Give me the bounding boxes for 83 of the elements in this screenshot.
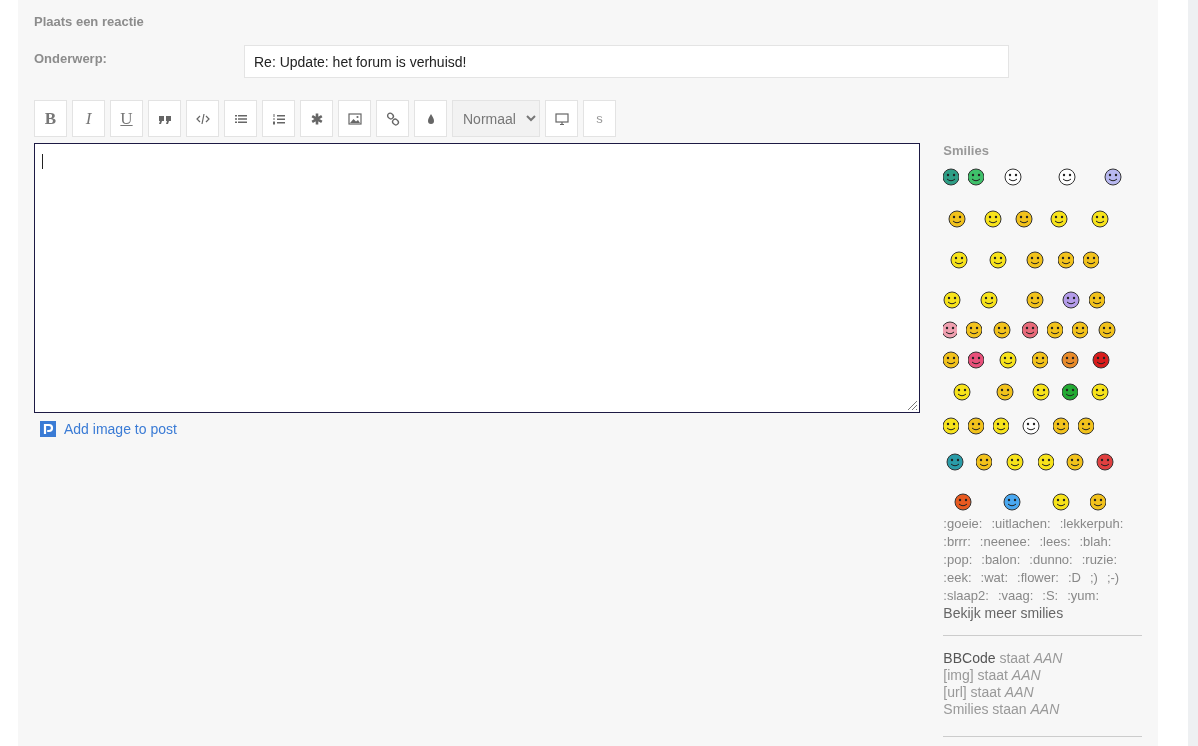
smiley-icon[interactable] [1096, 453, 1115, 471]
underline-button[interactable]: U [110, 100, 143, 137]
smiley-icon[interactable] [1053, 417, 1070, 435]
smiley-code-link[interactable]: :wat: [980, 569, 1008, 587]
list-button[interactable] [224, 100, 257, 137]
toolbar-button[interactable]: s [583, 100, 616, 137]
smiley-code-link[interactable]: :slaap2: [943, 587, 989, 605]
smiley-icon[interactable] [943, 291, 962, 309]
monitor-button[interactable] [545, 100, 578, 137]
smiley-code-link[interactable]: :ruzie: [1081, 551, 1118, 569]
subject-field[interactable]: Re: Update: het forum is verhuisd! [244, 45, 1009, 78]
smiley-icon[interactable] [968, 417, 985, 435]
smiley-icon[interactable] [991, 321, 1014, 339]
smiley-code-link[interactable]: ;-) [1106, 569, 1120, 587]
smiley-icon[interactable] [966, 321, 983, 339]
smiley-icon[interactable] [1072, 321, 1089, 339]
smiley-icon[interactable] [1097, 321, 1118, 339]
status-text: [img] staat AAN [943, 667, 1041, 683]
smiley-code-link[interactable]: :flower: [1017, 569, 1059, 587]
italic-button[interactable]: I [72, 100, 105, 137]
bbcode-link[interactable]: BBCode [943, 650, 996, 666]
smiley-icon[interactable] [943, 168, 960, 186]
smiley-icon[interactable] [1058, 251, 1075, 269]
smiley-icon[interactable] [976, 453, 993, 471]
resize-grip-icon[interactable] [906, 399, 919, 411]
smiley-icon[interactable] [1062, 291, 1081, 309]
asterisk-icon [309, 111, 324, 126]
smiley-icon[interactable] [1090, 493, 1107, 511]
smiley-icon[interactable] [1089, 291, 1106, 309]
asterisk-button[interactable] [300, 100, 333, 137]
smiley-code-link[interactable]: :D [1067, 569, 1081, 587]
image-button[interactable] [338, 100, 371, 137]
text-cursor [42, 154, 43, 169]
link-button[interactable] [376, 100, 409, 137]
smiley-icon[interactable] [993, 417, 1010, 435]
smiley-icon[interactable] [1032, 351, 1049, 369]
smiley-icon[interactable] [1078, 417, 1095, 435]
smiley-icon[interactable] [968, 168, 985, 186]
smiley-code-link[interactable]: :goeie: [943, 515, 983, 533]
smiley-code-link[interactable]: ;) [1089, 569, 1098, 587]
bold-button[interactable]: B [34, 100, 67, 137]
font-size-select[interactable]: Normaal [452, 100, 540, 137]
add-image-link[interactable]: Add image to post [40, 421, 177, 437]
smiley-code-link[interactable]: :pop: [943, 551, 973, 569]
status-text: staat AAN [998, 650, 1063, 666]
smiley-code-link[interactable]: :balon: [981, 551, 1021, 569]
smiley-code-link[interactable]: :blah: [1079, 533, 1112, 551]
smiley-code-link[interactable]: :lekkerpuh: [1059, 515, 1124, 533]
smiley-icon[interactable] [968, 351, 985, 369]
smiley-code-link[interactable]: :yum: [1067, 587, 1100, 605]
smiley-code-link[interactable]: :neenee: [979, 533, 1031, 551]
code-icon [195, 111, 210, 126]
smiley-icon[interactable] [1022, 321, 1039, 339]
smiley-icon[interactable] [1038, 453, 1055, 471]
status-text: Smilies staan AAN [943, 701, 1060, 717]
section-heading: Plaats een reactie [34, 14, 144, 29]
smiley-icon[interactable] [1083, 251, 1100, 269]
smiley-icon[interactable] [943, 351, 960, 369]
smiley-code-link[interactable]: :dunno: [1029, 551, 1073, 569]
smiley-icon[interactable] [1062, 383, 1079, 401]
smiley-code-link[interactable]: :brrr: [943, 533, 971, 551]
smilies-heading: Smilies [943, 143, 989, 158]
smiley-icon[interactable] [1015, 210, 1034, 228]
quote-button[interactable] [148, 100, 181, 137]
subject-label: Onderwerp: [34, 50, 108, 68]
smiley-icon[interactable] [943, 321, 958, 339]
smiley-code-link[interactable]: :S: [1042, 587, 1059, 605]
image-icon [347, 111, 362, 126]
smiley-icon[interactable] [943, 417, 960, 435]
smiley-code-link[interactable]: :eek: [943, 569, 972, 587]
status-text: [url] staat AAN [943, 684, 1034, 700]
link-icon [385, 111, 400, 126]
numbered-list-button[interactable] [262, 100, 295, 137]
smiley-code-link[interactable]: :lees: [1039, 533, 1071, 551]
droplet-button[interactable] [414, 100, 447, 137]
numbered-list-icon [271, 111, 286, 126]
smiley-code-link[interactable]: :vaag: [997, 587, 1034, 605]
monitor-icon [554, 111, 569, 126]
smiley-icon[interactable] [1092, 351, 1111, 369]
smiley-icon[interactable] [1047, 321, 1064, 339]
more-smilies-link[interactable]: Bekijk meer smilies [943, 605, 1064, 621]
smiley-code-link[interactable]: :uitlachen: [991, 515, 1051, 533]
p-logo-icon [40, 421, 56, 437]
